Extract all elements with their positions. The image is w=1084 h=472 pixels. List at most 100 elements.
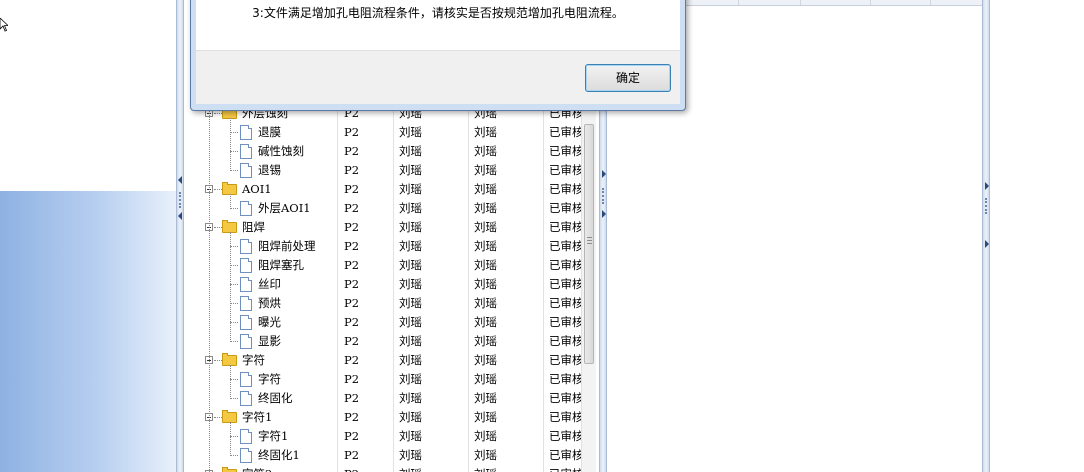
tree-node-cell[interactable]: 终固化1 (185, 446, 337, 465)
table-row[interactable]: AOI1 P2 刘瑶 刘瑶 已审核 (185, 180, 597, 199)
tree-node-label: 阻焊塞孔 (258, 258, 304, 272)
tree-node-label: 终固化1 (258, 448, 300, 462)
tree-node-cell[interactable]: 丝印 (185, 275, 337, 294)
table-row[interactable]: 碱性蚀刻 P2 刘瑶 刘瑶 已审核 (185, 142, 597, 161)
table-row[interactable]: 字符1 P2 刘瑶 刘瑶 已审核 (185, 408, 597, 427)
table-row[interactable]: 显影 P2 刘瑶 刘瑶 已审核 (185, 332, 597, 351)
reviewer-cell: 刘瑶 (474, 448, 497, 462)
tree-node-label: 退锡 (258, 163, 281, 177)
table-row[interactable]: 外层AOI1 P2 刘瑶 刘瑶 已审核 (185, 199, 597, 218)
left-panel-gradient (0, 191, 176, 472)
right-splitter[interactable] (982, 0, 990, 472)
left-splitter[interactable] (176, 0, 184, 472)
version-cell: P2 (344, 465, 394, 472)
table-row[interactable]: 字符1 P2 刘瑶 刘瑶 已审核 (185, 427, 597, 446)
status-cell: 已审核 (549, 391, 581, 405)
status-cell: 已审核 (549, 258, 581, 272)
table-row[interactable]: 阻焊前处理 P2 刘瑶 刘瑶 已审核 (185, 237, 597, 256)
creator-cell: 刘瑶 (399, 144, 422, 158)
tree-node-cell[interactable]: 字符 (185, 370, 337, 389)
document-icon (240, 315, 252, 330)
document-icon (240, 258, 252, 273)
table-row[interactable]: 阻焊塞孔 P2 刘瑶 刘瑶 已审核 (185, 256, 597, 275)
version-cell: P2 (344, 296, 360, 310)
tree-node-cell[interactable]: 退膜 (185, 123, 337, 142)
table-row[interactable]: 预烘 P2 刘瑶 刘瑶 已审核 (185, 294, 597, 313)
creator-cell: 刘瑶 (399, 239, 422, 253)
status-cell: 已审核 (549, 201, 581, 215)
version-cell: P2 (344, 125, 360, 139)
collapse-left-icon[interactable] (178, 212, 182, 220)
reviewer-cell: 刘瑶 (474, 201, 497, 215)
tree-node-cell[interactable]: 终固化 (185, 389, 337, 408)
status-cell: 已审核 (549, 448, 581, 462)
document-icon (240, 144, 252, 159)
creator-cell: 刘瑶 (399, 258, 422, 272)
scrollbar-thumb[interactable] (584, 124, 594, 364)
tree-node-cell[interactable]: 碱性蚀刻 (185, 142, 337, 161)
tree-node-label: 字符1 (258, 429, 289, 443)
document-icon (240, 372, 252, 387)
splitter-grip (179, 192, 183, 208)
creator-cell: 刘瑶 (399, 220, 422, 234)
creator-cell: 刘瑶 (399, 182, 422, 196)
table-row[interactable]: 丝印 P2 刘瑶 刘瑶 已审核 (185, 275, 597, 294)
document-icon (240, 334, 252, 349)
creator-cell: 刘瑶 (399, 315, 422, 329)
tree-node-cell[interactable]: 字符1 (185, 408, 337, 427)
tree-node-cell[interactable]: 退锡 (185, 161, 337, 180)
table-row[interactable]: 字符 P2 刘瑶 刘瑶 已审核 (185, 351, 597, 370)
creator-cell: 刘瑶 (399, 429, 422, 443)
version-cell: P2 (344, 391, 360, 405)
tree-node-cell[interactable]: 外层AOI1 (185, 199, 337, 218)
version-cell: P2 (344, 372, 360, 386)
creator-cell: 刘瑶 (399, 296, 422, 310)
tree-node-cell[interactable]: 预烘 (185, 294, 337, 313)
version-cell: P2 (344, 239, 360, 253)
expand-right-icon[interactable] (985, 182, 989, 190)
status-cell: 已审核 (549, 315, 581, 329)
status-cell: 已审核 (549, 163, 581, 177)
tree-node-cell[interactable]: 显影 (185, 332, 337, 351)
table-row[interactable]: 终固化1 P2 刘瑶 刘瑶 已审核 (185, 446, 597, 465)
reviewer-cell: 刘瑶 (474, 334, 497, 348)
reviewer-cell: 刘瑶 (474, 163, 497, 177)
ok-button[interactable]: 确定 (585, 64, 671, 92)
creator-cell: 刘瑶 (399, 201, 422, 215)
tree-node-cell[interactable]: 阻焊前处理 (185, 237, 337, 256)
expand-right-icon[interactable] (602, 210, 606, 218)
expand-right-icon[interactable] (985, 240, 989, 248)
far-right-panel (990, 0, 1084, 472)
tree-node-cell[interactable]: 字符1 (185, 427, 337, 446)
creator-cell: 刘瑶 (399, 277, 422, 291)
collapse-left-icon[interactable] (178, 176, 182, 184)
document-icon (240, 239, 252, 254)
tree-node-label: 阻焊前处理 (258, 239, 316, 253)
status-cell: 已审核 (549, 465, 581, 472)
table-row[interactable]: 阻焊 P2 刘瑶 刘瑶 已审核 (185, 218, 597, 237)
document-icon (240, 125, 252, 140)
table-row[interactable]: 终固化 P2 刘瑶 刘瑶 已审核 (185, 389, 597, 408)
version-cell: P2 (344, 353, 360, 367)
version-cell: P2 (344, 182, 360, 196)
reviewer-cell: 刘瑶 (474, 353, 497, 367)
tree-node-cell[interactable]: 阻焊 (185, 218, 337, 237)
tree-node-label: 曝光 (258, 315, 281, 329)
reviewer-cell: 刘瑶 (474, 429, 497, 443)
tree-node-cell[interactable]: 阻焊塞孔 (185, 256, 337, 275)
table-row[interactable]: 退锡 P2 刘瑶 刘瑶 已审核 (185, 161, 597, 180)
tree-node-cell[interactable]: 字符2 (185, 465, 337, 472)
table-row[interactable]: 字符 P2 刘瑶 刘瑶 已审核 (185, 370, 597, 389)
table-row[interactable]: 曝光 P2 刘瑶 刘瑶 已审核 (185, 313, 597, 332)
creator-cell: 刘瑶 (399, 391, 422, 405)
status-cell: 已审核 (549, 144, 581, 158)
table-row[interactable]: 字符2 P2 刘瑶 刘瑶 已审核 (185, 465, 597, 472)
reviewer-cell: 刘瑶 (474, 144, 497, 158)
tree-node-cell[interactable]: 曝光 (185, 313, 337, 332)
tree-node-cell[interactable]: 字符 (185, 351, 337, 370)
tree-node-cell[interactable]: AOI1 (185, 180, 337, 199)
tree-node-label: 字符 (242, 353, 265, 367)
vertical-scrollbar[interactable] (581, 104, 596, 472)
table-row[interactable]: 退膜 P2 刘瑶 刘瑶 已审核 (185, 123, 597, 142)
expand-right-icon[interactable] (602, 170, 606, 178)
